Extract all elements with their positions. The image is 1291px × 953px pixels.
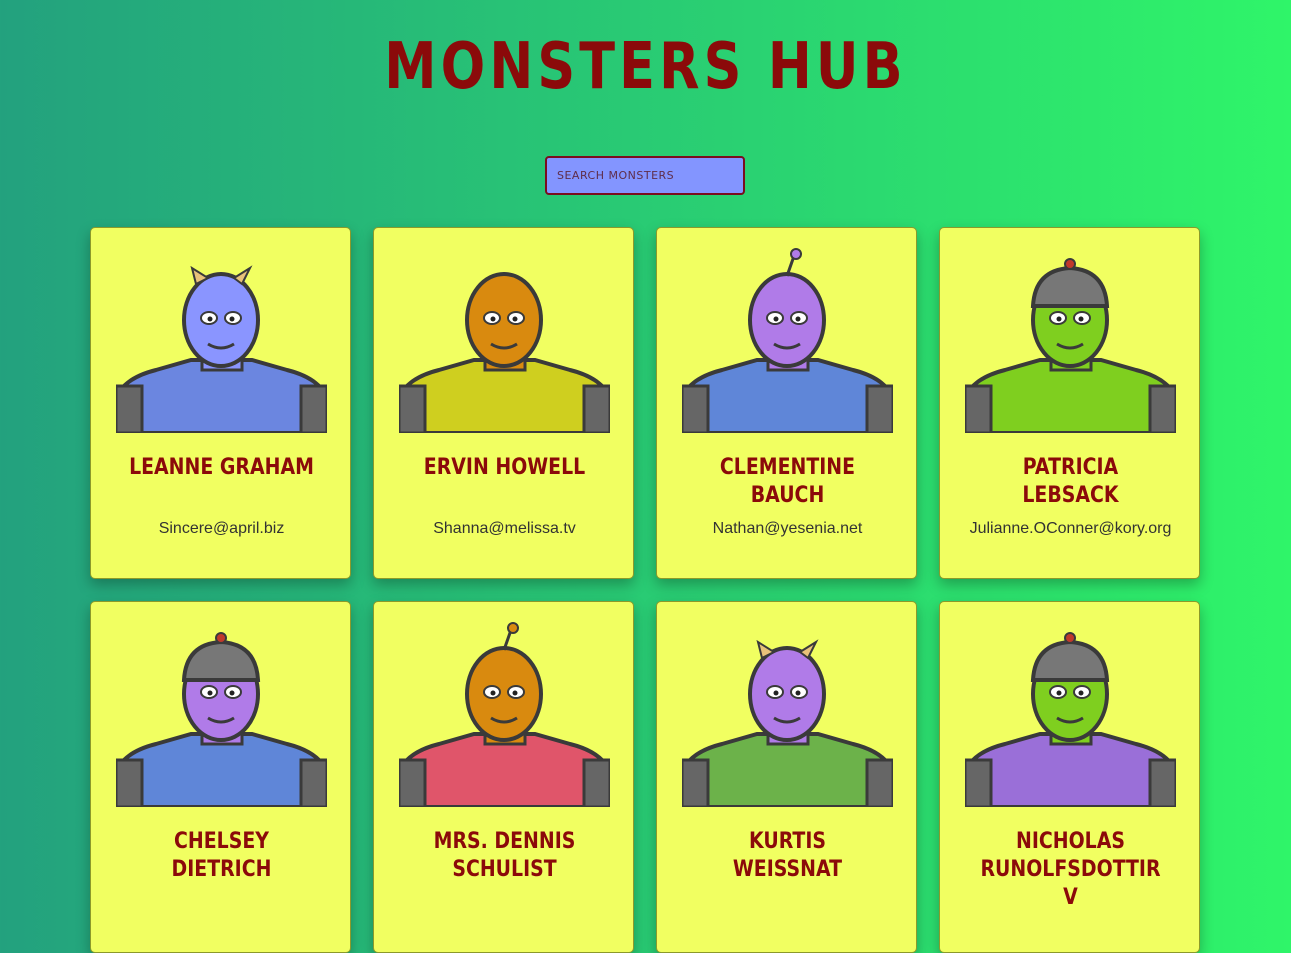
monster-name: Kurtis Weissnat <box>732 829 843 882</box>
monster-card[interactable]: Chelsey Dietrich <box>90 601 351 953</box>
pupil <box>773 316 779 322</box>
monster-card[interactable]: Leanne Graham Sincere@april.biz <box>90 227 351 579</box>
monster-card[interactable]: Patricia Lebsack Julianne.OConner@kory.o… <box>939 227 1200 579</box>
shoulder-pad <box>582 758 610 807</box>
monster-card[interactable]: Mrs. Dennis Schulist <box>373 601 634 953</box>
monster-name: Clementine Bauch <box>719 455 856 508</box>
monster-head <box>748 646 826 742</box>
monster-email: Nathan@yesenia.net <box>712 520 863 537</box>
pupil <box>795 690 801 696</box>
pupil <box>512 316 518 322</box>
monster-email: Julianne.OConner@kory.org <box>969 520 1172 537</box>
monster-email: Shanna@melissa.tv <box>433 520 576 537</box>
helmet <box>1030 265 1110 308</box>
shoulder-pad <box>865 384 893 433</box>
monster-avatar <box>116 265 327 433</box>
shoulder-pad <box>399 758 427 807</box>
monster-card[interactable]: Ervin Howell Shanna@melissa.tv <box>373 227 634 579</box>
shoulder-pad <box>1148 384 1176 433</box>
pupil <box>490 316 496 322</box>
monster-email: Sincere@april.biz <box>158 520 285 537</box>
monster-card[interactable]: Kurtis Weissnat <box>656 601 917 953</box>
monster-avatar <box>965 632 1176 807</box>
pupil <box>795 316 801 322</box>
pupil <box>512 690 518 696</box>
helmet-light <box>1064 632 1076 644</box>
pupil <box>229 690 235 696</box>
monster-avatar <box>682 639 893 807</box>
monster-name: Mrs. Dennis Schulist <box>433 829 576 882</box>
monster-card[interactable]: Clementine Bauch Nathan@yesenia.net <box>656 227 917 579</box>
shoulder-pad <box>299 758 327 807</box>
shoulder-pad <box>682 384 710 433</box>
monster-avatar <box>399 272 610 433</box>
monster-card[interactable]: Nicholas Runolfsdottir V <box>939 601 1200 953</box>
shoulder-pad <box>1148 758 1176 807</box>
shoulder-pad <box>965 758 993 807</box>
monster-head <box>182 272 260 368</box>
pupil <box>1056 690 1062 696</box>
shoulder-pad <box>399 384 427 433</box>
shoulder-pad <box>865 758 893 807</box>
helmet-light <box>1064 258 1076 270</box>
pupil <box>207 316 213 322</box>
monster-head <box>465 646 543 742</box>
pupil <box>1078 690 1084 696</box>
monster-avatar <box>965 258 1176 433</box>
pupil <box>773 690 779 696</box>
shoulder-pad <box>965 384 993 433</box>
pupil <box>207 690 213 696</box>
pupil <box>1056 316 1062 322</box>
monster-name: Patricia Lebsack <box>1022 455 1119 508</box>
shoulder-pad <box>116 384 144 433</box>
pupil <box>490 690 496 696</box>
page-title: Monsters Hub <box>384 30 907 104</box>
helmet <box>181 639 261 682</box>
monster-head <box>748 272 826 368</box>
monster-name: Leanne Graham <box>129 455 314 480</box>
pupil <box>1078 316 1084 322</box>
shoulder-pad <box>582 384 610 433</box>
antenna-tip <box>507 622 519 634</box>
monster-avatar <box>399 622 610 807</box>
shoulder-pad <box>116 758 144 807</box>
monster-name: Nicholas Runolfsdottir V <box>980 829 1161 910</box>
shoulder-pad <box>682 758 710 807</box>
monster-head <box>465 272 543 368</box>
monster-name: Ervin Howell <box>423 455 586 480</box>
monster-name: Chelsey Dietrich <box>171 829 272 882</box>
monster-avatar <box>116 632 327 807</box>
helmet <box>1030 639 1110 682</box>
pupil <box>229 316 235 322</box>
shoulder-pad <box>299 384 327 433</box>
search-input[interactable] <box>545 156 745 195</box>
helmet-light <box>215 632 227 644</box>
monster-avatar <box>682 248 893 433</box>
monster-card-list: Leanne Graham Sincere@april.biz Ervin Ho… <box>90 227 1200 953</box>
antenna-tip <box>790 248 802 260</box>
